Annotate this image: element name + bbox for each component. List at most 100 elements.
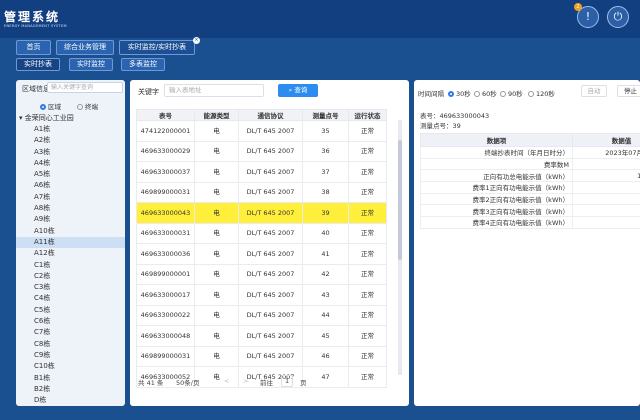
tree-item[interactable]: C9栋 — [16, 350, 125, 361]
interval-option[interactable]: 120秒 — [528, 88, 555, 98]
table-scrollbar[interactable] — [398, 120, 402, 375]
data-item-value: 2023年07月28日 1 — [572, 146, 640, 159]
table-row[interactable]: 469633000031 电 DL/T 645 2007 40 正常 — [136, 222, 387, 244]
cell-point-no: 39 — [302, 202, 349, 224]
pager-page-input[interactable]: 1 — [281, 375, 294, 387]
keyword-input[interactable]: 输入表地址 — [164, 84, 264, 97]
tree-item[interactable]: C7栋 — [16, 327, 125, 338]
radio-terminal-dot — [77, 104, 83, 110]
cell-meter-no: 469899000031 — [136, 181, 195, 203]
col-header-status: 运行状态 — [348, 109, 387, 121]
tree-item[interactable]: C10栋 — [16, 361, 125, 372]
cell-point-no: 46 — [302, 345, 349, 367]
tree-item[interactable]: A3栋 — [16, 147, 125, 158]
tree-item[interactable]: A6栋 — [16, 180, 125, 191]
app-header: 管理系统 ENERGY MANAGEMENT SYSTEM ! 2 ⏻ — [0, 0, 640, 38]
interval-option[interactable]: 90秒 — [500, 88, 523, 98]
pager-next-icon[interactable]: > — [243, 377, 248, 385]
table-row[interactable]: 469633000043 电 DL/T 645 2007 39 正常 — [136, 202, 387, 224]
table-row[interactable]: 469633000048 电 DL/T 645 2007 45 正常 — [136, 325, 387, 347]
data-item-value: 1001.27 — [572, 169, 640, 183]
radio-terminal-label: 终端 — [85, 103, 98, 111]
radio-area[interactable]: 区域 — [40, 101, 61, 111]
cell-point-no: 40 — [302, 222, 349, 244]
table-row[interactable]: 474122000001 电 DL/T 645 2007 35 正常 — [136, 120, 387, 142]
tree-item[interactable]: A5栋 — [16, 169, 125, 180]
table-row[interactable]: 469899000001 电 DL/T 645 2007 42 正常 — [136, 263, 387, 285]
sub-tab-bar: 实时抄表 实时监控 多表监控 — [0, 58, 640, 74]
table-row[interactable]: 469633000036 电 DL/T 645 2007 41 正常 — [136, 243, 387, 265]
radio-dot — [500, 91, 506, 97]
cell-status: 正常 — [348, 161, 387, 183]
tree-item[interactable]: A7栋 — [16, 192, 125, 203]
logout-icon[interactable]: ⏻ — [607, 6, 629, 28]
cell-point-no: 36 — [302, 140, 349, 162]
tree-item[interactable]: A10栋 — [16, 226, 125, 237]
pager-prev-icon[interactable]: < — [224, 377, 229, 385]
tree-item[interactable]: A9栋 — [16, 214, 125, 225]
radio-terminal[interactable]: 终端 — [77, 101, 98, 111]
tree-item[interactable]: A1栋 — [16, 124, 125, 135]
app-subtitle: ENERGY MANAGEMENT SYSTEM — [4, 24, 67, 28]
tree-item[interactable]: B2栋 — [16, 384, 125, 395]
cell-protocol: DL/T 645 2007 — [238, 222, 303, 244]
pager-page-size[interactable]: 50条/页 — [176, 377, 199, 387]
tree-item[interactable]: D栋 — [16, 395, 125, 406]
data-item-name: 费率2正向有功电能示值（kWh） — [420, 192, 573, 206]
table-row[interactable]: 469633000017 电 DL/T 645 2007 43 正常 — [136, 284, 387, 306]
table-row[interactable]: 469633000037 电 DL/T 645 2007 37 正常 — [136, 161, 387, 183]
cell-protocol: DL/T 645 2007 — [238, 181, 303, 203]
table-row[interactable]: 469899000031 电 DL/T 645 2007 38 正常 — [136, 181, 387, 203]
app-title: 管理系统 — [4, 10, 61, 24]
tree-item[interactable]: A8栋 — [16, 203, 125, 214]
tab-business[interactable]: 综合业务管理 — [56, 40, 114, 55]
table-row[interactable]: 469899000031 电 DL/T 645 2007 46 正常 — [136, 345, 387, 367]
auto-button[interactable]: 自动 — [581, 85, 607, 97]
cell-point-no: 42 — [302, 263, 349, 285]
cell-meter-no: 469633000037 — [136, 161, 195, 183]
tree-item[interactable]: C2栋 — [16, 271, 125, 282]
tree-item[interactable]: A11栋 — [16, 236, 125, 249]
table-row[interactable]: 469633000029 电 DL/T 645 2007 36 正常 — [136, 140, 387, 162]
stop-button[interactable]: 停止 — [617, 85, 640, 97]
query-button[interactable]: ⌕ 查询 — [278, 84, 318, 97]
tree-item[interactable]: C4栋 — [16, 293, 125, 304]
interval-option[interactable]: 60秒 — [474, 88, 497, 98]
subtab-realtime-monitor[interactable]: 实时监控 — [69, 58, 113, 71]
tree-item[interactable]: C8栋 — [16, 339, 125, 350]
cell-point-no: 44 — [302, 304, 349, 326]
cell-meter-no: 469633000029 — [136, 140, 195, 162]
cell-status: 正常 — [348, 120, 387, 142]
tab-realtime-monitor[interactable]: 实时监控/实时抄表 — [119, 40, 195, 55]
cell-status: 正常 — [348, 345, 387, 367]
tree-item[interactable]: A4栋 — [16, 158, 125, 169]
tree-item[interactable]: A12栋 — [16, 248, 125, 259]
tree-item[interactable]: C1栋 — [16, 260, 125, 271]
tab-close-icon[interactable]: × — [193, 37, 200, 44]
cell-status: 正常 — [348, 263, 387, 285]
scrollbar-thumb[interactable] — [398, 140, 402, 260]
tree-item[interactable]: B1栋 — [16, 373, 125, 384]
tree-item[interactable]: C5栋 — [16, 305, 125, 316]
col-header-energy-type: 能源类型 — [194, 109, 239, 121]
cell-status: 正常 — [348, 304, 387, 326]
cell-meter-no: 469633000048 — [136, 325, 195, 347]
cell-meter-no: 469899000031 — [136, 345, 195, 367]
tab-home[interactable]: 首页 — [16, 40, 51, 55]
interval-option[interactable]: 30秒 — [448, 88, 471, 98]
meter-detail-panel: 时间间隔 30秒 60秒 90秒 120秒 自动 停止 表号：469633000043… — [414, 80, 640, 406]
subtab-realtime-reading[interactable]: 实时抄表 — [16, 58, 60, 71]
tree-item[interactable]: C3栋 — [16, 282, 125, 293]
tree-root-node[interactable]: ▾ 金荣同心工业园 — [19, 113, 74, 123]
tree-item[interactable]: C6栋 — [16, 316, 125, 327]
tree-item[interactable]: A2栋 — [16, 135, 125, 146]
cell-energy-type: 电 — [194, 161, 239, 183]
cell-protocol: DL/T 645 2007 — [238, 263, 303, 285]
col-header-meter-no: 表号 — [136, 109, 195, 121]
subtab-multi-monitor[interactable]: 多表监控 — [121, 58, 165, 71]
cell-point-no: 41 — [302, 243, 349, 265]
cell-status: 正常 — [348, 366, 387, 388]
cell-point-no: 45 — [302, 325, 349, 347]
table-row[interactable]: 469633000022 电 DL/T 645 2007 44 正常 — [136, 304, 387, 326]
area-search-input[interactable]: 输入关键字查询 — [47, 82, 123, 93]
